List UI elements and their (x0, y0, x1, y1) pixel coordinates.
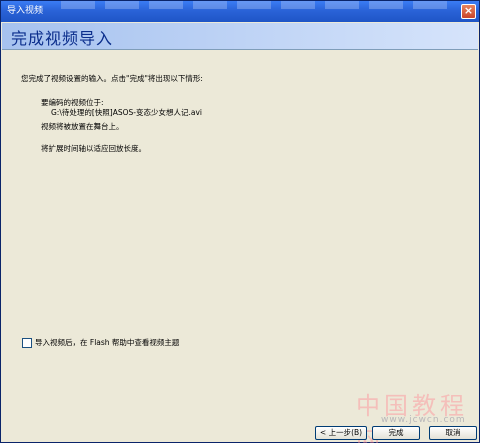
file-location-label: 要编码的视频位于: (41, 98, 104, 107)
background-menu-ghost (61, 1, 449, 9)
timeline-note: 将扩展时间轴以适应回放长度。 (41, 144, 146, 153)
window-title: 导入视频 (7, 6, 44, 16)
stage-note: 视频将被放置在舞台上。 (41, 122, 124, 131)
cancel-button[interactable]: 取消 (429, 426, 477, 440)
back-button[interactable]: < 上一步(B) (315, 426, 367, 440)
title-bar: 导入视频 × (1, 1, 479, 22)
help-checkbox-label[interactable]: 导入视频后，在 Flash 帮助中查看视频主题 (35, 337, 179, 348)
help-checkbox-row[interactable]: 导入视频后，在 Flash 帮助中查看视频主题 (22, 337, 179, 348)
finish-button[interactable]: 完成 (372, 426, 420, 440)
wizard-header: 完成视频导入 (2, 23, 478, 50)
watermark-url: www.jcwcn.com (381, 415, 466, 425)
help-checkbox[interactable] (22, 337, 32, 348)
file-path: G:\待处理的[快照]ASOS-变态少女想人记.avi (51, 108, 202, 117)
import-video-dialog: 导入视频 × 完成视频导入 您完成了视频设置的输入。点击"完成"将出现以下情形:… (0, 0, 480, 443)
page-title: 完成视频导入 (11, 29, 114, 48)
intro-text: 您完成了视频设置的输入。点击"完成"将出现以下情形: (21, 74, 203, 83)
close-icon[interactable]: × (461, 4, 476, 19)
